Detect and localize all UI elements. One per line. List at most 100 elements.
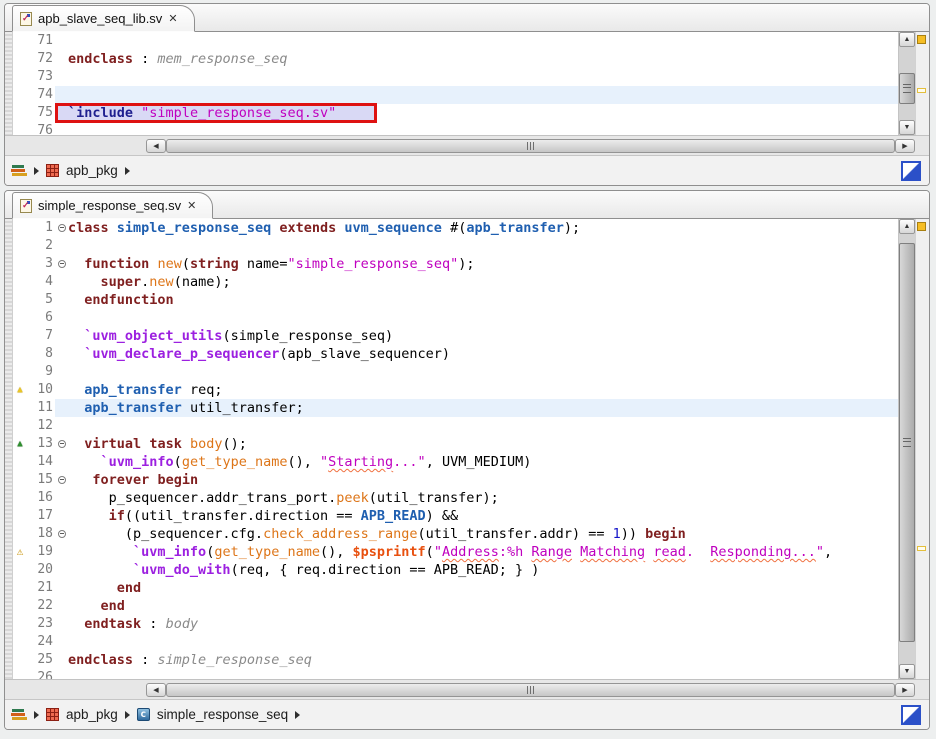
tab-close-icon[interactable]: ✕ [187,199,196,212]
code-line[interactable]: 14 `uvm_info(get_type_name(), "Starting.… [13,453,898,471]
line-content[interactable] [55,417,898,435]
line-content[interactable]: class simple_response_seq extends uvm_se… [55,219,898,237]
line-content[interactable] [55,363,898,381]
tab-apb-slave-seq-lib[interactable]: apb_slave_seq_lib.sv ✕ [12,5,195,32]
tab-simple-response-seq[interactable]: simple_response_seq.sv ✕ [12,192,213,219]
line-content[interactable] [55,309,898,327]
fold-collapse-icon[interactable] [58,260,66,268]
fold-gutter[interactable] [55,255,68,273]
line-content[interactable] [55,122,898,135]
breadcrumb-item-simple_response_seq[interactable]: csimple_response_seq [137,707,288,722]
fold-gutter[interactable] [55,219,68,237]
breadcrumb-item-library[interactable] [11,164,27,177]
line-content[interactable] [55,86,898,104]
maximize-icon[interactable] [901,161,921,181]
code-line[interactable]: 10 apb_transfer req; [13,381,898,399]
code-line[interactable]: 12 [13,417,898,435]
fold-collapse-icon[interactable] [58,476,66,484]
code-line[interactable]: 8 `uvm_declare_p_sequencer(apb_slave_seq… [13,345,898,363]
code-line[interactable]: 9 [13,363,898,381]
vertical-scrollbar[interactable]: ▲ ▼ [898,219,915,679]
breadcrumb-arrow-icon[interactable] [34,711,39,719]
overview-warning-marker[interactable] [917,546,926,551]
fold-collapse-icon[interactable] [58,224,66,232]
scroll-up-button[interactable]: ▲ [899,32,915,47]
code-lines[interactable]: 1class simple_response_seq extends uvm_s… [13,219,898,679]
overview-ruler[interactable] [915,32,929,135]
line-content[interactable]: endclass : mem_response_seq [55,50,898,68]
line-content[interactable] [55,68,898,86]
line-content[interactable]: p_sequencer.addr_trans_port.peek(util_tr… [55,489,898,507]
line-content[interactable]: end [55,579,898,597]
line-content[interactable]: apb_transfer util_transfer; [55,399,898,417]
scroll-right-button[interactable]: ▶ [895,139,915,153]
line-content[interactable]: `uvm_do_with(req, { req.direction == APB… [55,561,898,579]
line-content[interactable]: if((util_transfer.direction == APB_READ)… [55,507,898,525]
scroll-up-button[interactable]: ▲ [899,219,915,234]
overview-warning-marker[interactable] [917,88,926,93]
breadcrumb-item-library[interactable] [11,708,27,721]
code-line[interactable]: 20 `uvm_do_with(req, { req.direction == … [13,561,898,579]
code-line[interactable]: 75`include "simple_response_seq.sv" [13,104,898,122]
overview-ruler[interactable] [915,219,929,679]
yellow-triangle-marker[interactable] [13,381,27,399]
code-line[interactable]: 22 end [13,597,898,615]
line-content[interactable]: (p_sequencer.cfg.check_address_range(uti… [55,525,898,543]
scroll-left-button[interactable]: ◀ [146,139,166,153]
line-content[interactable]: virtual task body(); [55,435,898,453]
breadcrumb-arrow-icon[interactable] [295,711,300,719]
code-line[interactable]: 2 [13,237,898,255]
scroll-left-button[interactable]: ◀ [146,683,166,697]
vertical-scrollbar[interactable]: ▲ ▼ [898,32,915,135]
line-content[interactable]: function new(string name="simple_respons… [55,255,898,273]
line-content[interactable]: `uvm_info(get_type_name(), "Starting..."… [55,453,898,471]
breadcrumb-arrow-icon[interactable] [125,711,130,719]
code-line[interactable]: 17 if((util_transfer.direction == APB_RE… [13,507,898,525]
code-line[interactable]: 5 endfunction [13,291,898,309]
maximize-icon[interactable] [901,705,921,725]
fold-gutter[interactable] [55,471,68,489]
line-content[interactable]: `include "simple_response_seq.sv" [55,104,898,122]
line-content[interactable]: `uvm_object_utils(simple_response_seq) [55,327,898,345]
code-line[interactable]: 4 super.new(name); [13,273,898,291]
code-line[interactable]: 24 [13,633,898,651]
fold-collapse-icon[interactable] [58,530,66,538]
breadcrumb-arrow-icon[interactable] [34,167,39,175]
overview-annotations-square[interactable] [917,222,926,231]
code-line[interactable]: 72endclass : mem_response_seq [13,50,898,68]
line-content[interactable]: forever begin [55,471,898,489]
scroll-down-button[interactable]: ▼ [899,664,915,679]
line-content[interactable]: `uvm_declare_p_sequencer(apb_slave_seque… [55,345,898,363]
line-content[interactable]: apb_transfer req; [55,381,898,399]
vertical-scroll-thumb[interactable] [899,243,915,643]
fold-gutter[interactable] [55,435,68,453]
scroll-right-button[interactable]: ▶ [895,683,915,697]
vertical-scroll-track[interactable] [899,47,915,120]
green-triangle-marker[interactable] [13,435,27,453]
code-line[interactable]: 71 [13,32,898,50]
breadcrumb-item-apb_pkg[interactable]: apb_pkg [46,707,118,722]
line-content[interactable]: `uvm_info(get_type_name(), $psprintf("Ad… [55,543,898,561]
vertical-scroll-thumb[interactable] [899,73,915,104]
code-line[interactable]: 19 `uvm_info(get_type_name(), $psprintf(… [13,543,898,561]
overview-annotations-square[interactable] [917,35,926,44]
breadcrumb-arrow-icon[interactable] [125,167,130,175]
line-content[interactable]: endclass : simple_response_seq [55,651,898,669]
code-line[interactable]: 23 endtask : body [13,615,898,633]
scroll-down-button[interactable]: ▼ [899,120,915,135]
code-line[interactable]: 76 [13,122,898,135]
line-content[interactable]: endfunction [55,291,898,309]
code-line[interactable]: 21 end [13,579,898,597]
code-line[interactable]: 3 function new(string name="simple_respo… [13,255,898,273]
code-line[interactable]: 15 forever begin [13,471,898,489]
code-line[interactable]: 18 (p_sequencer.cfg.check_address_range(… [13,525,898,543]
fold-gutter[interactable] [55,525,68,543]
code-line[interactable]: 7 `uvm_object_utils(simple_response_seq) [13,327,898,345]
fold-collapse-icon[interactable] [58,440,66,448]
code-line[interactable]: 13 virtual task body(); [13,435,898,453]
code-line[interactable]: 16 p_sequencer.addr_trans_port.peek(util… [13,489,898,507]
horizontal-scrollbar[interactable]: ◀ ▶ [5,679,929,699]
line-content[interactable]: end [55,597,898,615]
vertical-scroll-track[interactable] [899,234,915,664]
code-editor[interactable]: 1class simple_response_seq extends uvm_s… [5,219,929,679]
